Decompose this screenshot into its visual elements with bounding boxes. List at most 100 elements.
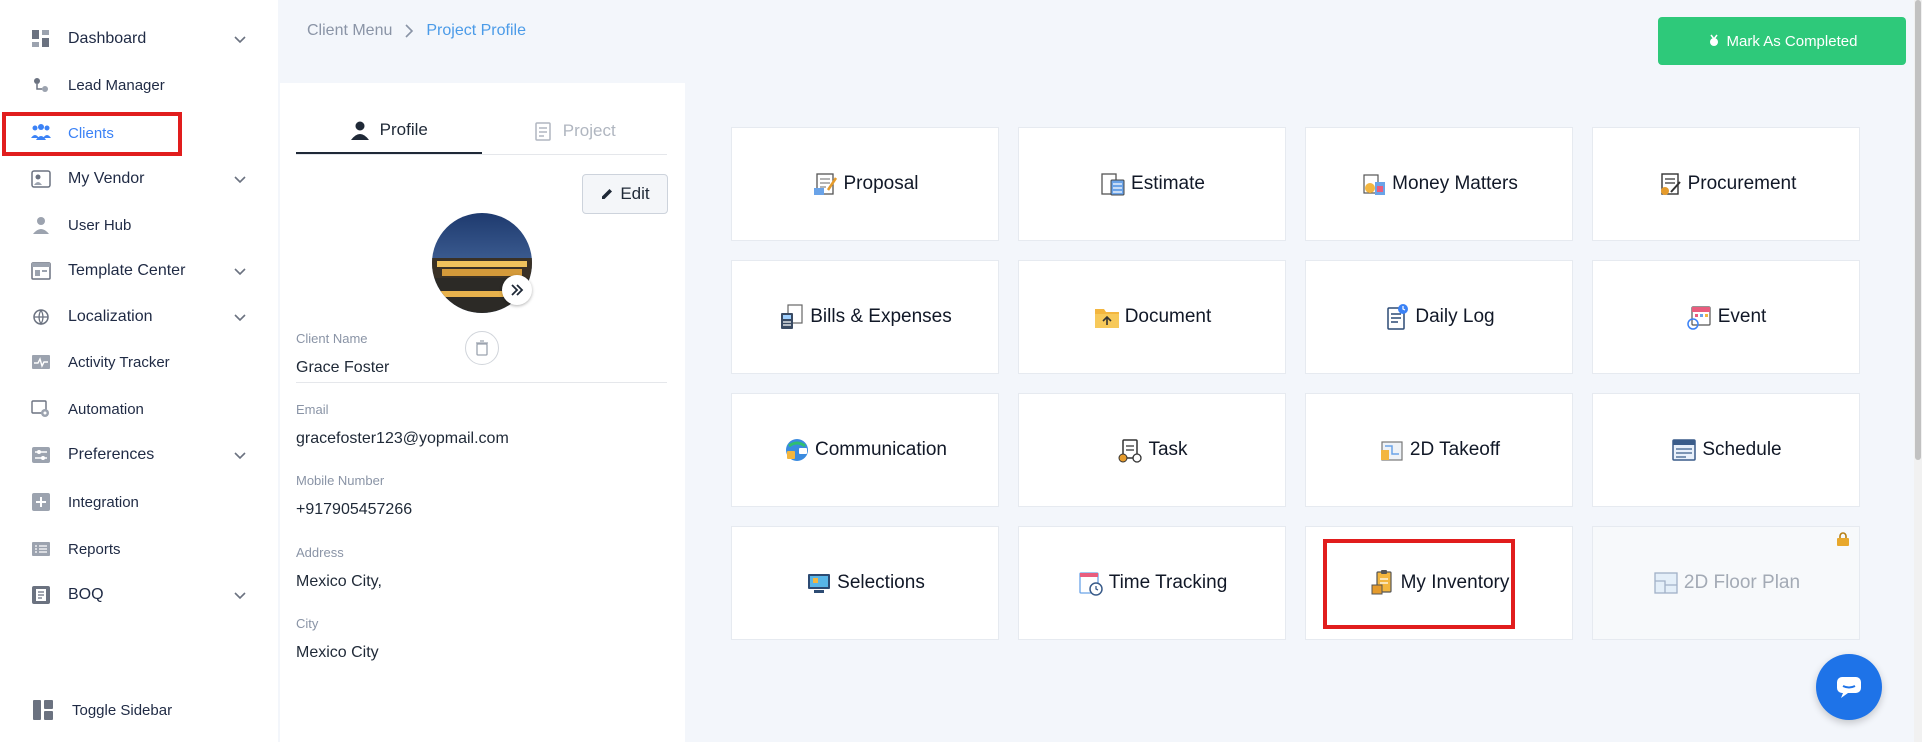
schedule-icon [1670,436,1698,464]
module-event[interactable]: Event [1592,260,1860,374]
preferences-icon [30,444,52,466]
activity-icon [30,351,52,373]
module-time-tracking[interactable]: Time Tracking [1018,526,1286,640]
sidebar: Dashboard Lead Manager Clients My Vendor… [0,0,278,742]
selections-icon [805,569,833,597]
sidebar-item-label: Lead Manager [68,76,165,94]
automation-icon [30,398,52,420]
sidebar-item-automation[interactable]: Automation [0,389,278,429]
sidebar-item-my-vendor[interactable]: My Vendor [0,159,278,199]
sidebar-item-preferences[interactable]: Preferences [0,435,278,475]
sidebar-item-clients[interactable]: Clients [0,113,278,153]
sidebar-item-integration[interactable]: Integration [0,482,278,522]
sidebar-item-label: Dashboard [68,30,147,47]
double-chevron-right-icon [511,284,524,296]
breadcrumb-project-profile: Project Profile [426,22,526,39]
person-icon [350,121,369,140]
module-label: Task [1148,439,1188,460]
dashboard-icon [30,28,52,50]
module-daily-log[interactable]: Daily Log [1305,260,1573,374]
sidebar-item-lead-manager[interactable]: Lead Manager [0,65,278,105]
breadcrumb-client-menu[interactable]: Client Menu [307,22,392,40]
sidebar-item-boq[interactable]: BOQ [0,575,278,615]
module-label: 2D Takeoff [1409,439,1501,460]
sidebar-item-label: User Hub [68,216,132,234]
mark-as-completed-label: Mark As Completed [1726,32,1858,50]
module-bills-expenses[interactable]: Bills & Expenses [731,260,999,374]
sidebar-item-label: Localization [68,308,153,325]
profile-tabs: Profile Project [296,107,667,155]
chevron-right-icon [405,24,414,38]
module-estimate[interactable]: Estimate [1018,127,1286,241]
takeoff-icon [1378,436,1406,464]
module-task[interactable]: Task [1018,393,1286,507]
chat-button[interactable] [1816,654,1882,720]
client-name-value: Grace Foster [296,359,390,376]
module-document[interactable]: Document [1018,260,1286,374]
communication-icon [783,436,811,464]
delete-avatar-button[interactable] [465,331,499,365]
chevron-down-icon [234,314,246,322]
mobile-number-label: Mobile Number [296,473,385,488]
vendor-icon [30,168,52,190]
lock-icon [1837,532,1849,546]
mobile-number-value: +917905457266 [296,501,413,518]
project-icon [535,121,551,141]
sidebar-item-label: Template Center [68,262,186,279]
module-2d-takeoff[interactable]: 2D Takeoff [1305,393,1573,507]
tab-profile[interactable]: Profile [296,107,482,154]
module-label: Communication [815,439,947,460]
sidebar-item-label: Reports [68,540,121,558]
tab-label: Profile [379,119,428,139]
sidebar-item-label: Automation [68,400,144,418]
module-label: Event [1717,306,1767,327]
scrollbar-thumb[interactable] [1915,0,1921,460]
city-value: Mexico City [296,644,379,661]
reports-icon [30,538,52,560]
city-label: City [296,616,319,631]
sidebar-item-template-center[interactable]: Template Center [0,251,278,291]
sidebar-item-label: Activity Tracker [68,353,170,371]
module-label: Daily Log [1415,306,1495,327]
tab-label: Project [562,120,616,140]
sidebar-item-reports[interactable]: Reports [0,529,278,569]
profile-divider [296,382,667,383]
sidebar-item-activity-tracker[interactable]: Activity Tracker [0,342,278,382]
module-procurement[interactable]: Procurement [1592,127,1860,241]
address-value: Mexico City, [296,573,382,590]
module-selections[interactable]: Selections [731,526,999,640]
module-label: Document [1124,306,1212,327]
module-communication[interactable]: Communication [731,393,999,507]
bills-icon [778,303,806,331]
lead-manager-icon [30,74,52,96]
task-icon [1116,436,1144,464]
chevron-down-icon [234,36,246,44]
sidebar-item-user-hub[interactable]: User Hub [0,205,278,245]
chevron-down-icon [234,452,246,460]
module-proposal[interactable]: Proposal [731,127,999,241]
sidebar-item-localization[interactable]: Localization [0,297,278,337]
toggle-sidebar-label: Toggle Sidebar [72,701,173,719]
sidebar-item-dashboard[interactable]: Dashboard [0,19,278,59]
trash-icon [476,340,488,356]
toggle-sidebar-button[interactable]: Toggle Sidebar [0,690,278,730]
email-value: gracefoster123@yopmail.com [296,430,509,447]
localization-icon [30,306,52,328]
module-money-matters[interactable]: Money Matters [1305,127,1573,241]
email-label: Email [296,402,329,417]
template-icon [30,260,52,282]
avatar-next-button[interactable] [502,275,532,305]
module-2d-floor-plan[interactable]: 2D Floor Plan [1592,526,1860,640]
integration-icon [30,491,52,513]
edit-button[interactable]: Edit [582,174,668,214]
address-label: Address [296,545,344,560]
module-label: Proposal [843,173,919,194]
module-label: Estimate [1131,173,1205,194]
sidebar-item-label: BOQ [68,586,104,603]
module-label: Procurement [1687,173,1797,194]
module-label: Selections [837,572,925,593]
tab-project[interactable]: Project [482,107,668,154]
module-schedule[interactable]: Schedule [1592,393,1860,507]
mark-as-completed-button[interactable]: Mark As Completed [1658,17,1906,65]
module-my-inventory[interactable]: My Inventory [1305,526,1573,640]
